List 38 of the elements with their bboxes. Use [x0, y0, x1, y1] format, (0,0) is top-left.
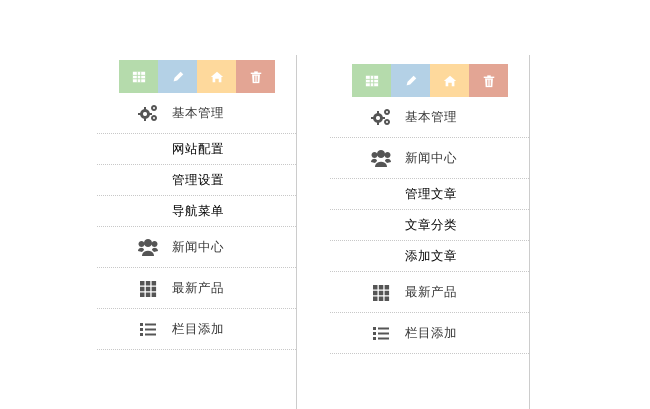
- toolbar-button[interactable]: [352, 64, 391, 97]
- menu-item[interactable]: 基本管理: [97, 93, 296, 134]
- table-icon: [132, 70, 146, 84]
- toolbar-button[interactable]: [197, 60, 236, 93]
- menu-item[interactable]: 栏目添加: [330, 313, 529, 354]
- menu-item[interactable]: 最新产品: [97, 268, 296, 309]
- toolbar-button[interactable]: [391, 64, 430, 97]
- list-icon: [370, 324, 390, 342]
- toolbar-button[interactable]: [119, 60, 158, 93]
- gears-icon: [370, 108, 390, 126]
- grid-icon: [138, 279, 158, 297]
- toolbar-button[interactable]: [236, 60, 275, 93]
- home-icon: [442, 74, 456, 88]
- users-icon: [138, 238, 158, 256]
- pencil-icon: [404, 74, 418, 88]
- toolbar-button[interactable]: [469, 64, 508, 97]
- submenu-item[interactable]: 网站配置: [97, 134, 296, 165]
- gears-icon: [138, 104, 158, 122]
- submenu-item[interactable]: 添加文章: [330, 241, 529, 272]
- submenu-item[interactable]: 文章分类: [330, 210, 529, 241]
- trash-icon: [482, 74, 496, 88]
- submenu-item[interactable]: 导航菜单: [97, 196, 296, 227]
- pencil-icon: [170, 70, 184, 84]
- menu-item[interactable]: 基本管理: [330, 97, 529, 138]
- submenu-item[interactable]: 管理设置: [97, 165, 296, 196]
- submenu-item[interactable]: 管理文章: [330, 179, 529, 210]
- grid-icon: [370, 283, 390, 301]
- menu-item[interactable]: 新闻中心: [97, 227, 296, 268]
- list-icon: [138, 320, 158, 338]
- menu-item[interactable]: 最新产品: [330, 272, 529, 313]
- toolbar-button[interactable]: [158, 60, 197, 93]
- menu-item[interactable]: 栏目添加: [97, 309, 296, 350]
- trash-icon: [248, 70, 262, 84]
- table-icon: [364, 74, 378, 88]
- users-icon: [370, 149, 390, 167]
- home-icon: [210, 70, 224, 84]
- toolbar-button[interactable]: [430, 64, 469, 97]
- menu-item[interactable]: 新闻中心: [330, 138, 529, 179]
